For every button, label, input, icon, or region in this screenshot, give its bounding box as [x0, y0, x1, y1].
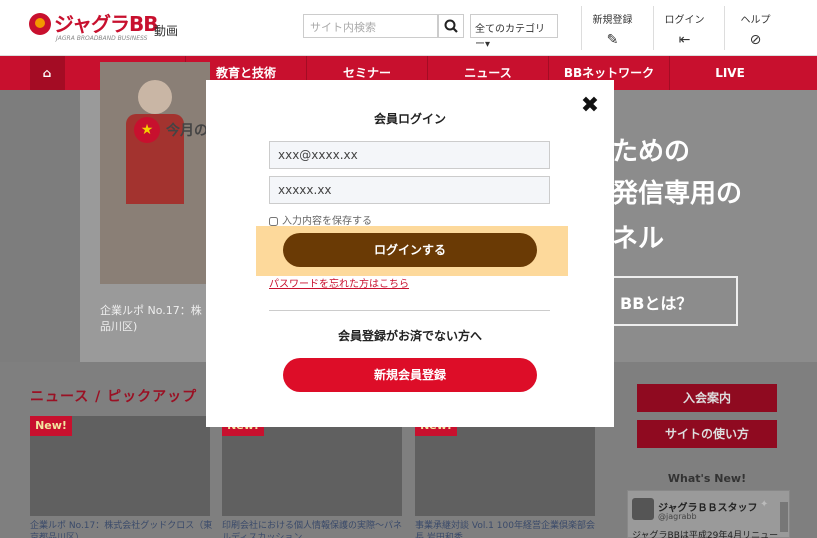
search-button[interactable] [438, 14, 464, 38]
forgot-password-link[interactable]: パスワードを忘れた方はこちら [269, 275, 409, 290]
modal-title: 会員ログイン [373, 112, 446, 126]
hero-text-2: 発信専用の [612, 179, 743, 209]
hero-caption[interactable]: 企業ルポ No.17：株 品川区) [100, 303, 210, 335]
star-icon: ★ [134, 117, 160, 143]
whats-new-title: What's New! [667, 472, 747, 485]
news-caption[interactable]: 企業ルポ No.17：株式会社グッドクロス（東京都品川区） [30, 520, 215, 538]
hero-text-1: ための [612, 137, 691, 167]
password-field[interactable] [269, 176, 550, 204]
logo-tagline: JAGRA BROADBAND BUSINESS [56, 35, 148, 42]
email-field[interactable] [269, 141, 550, 169]
register-icon: ✎ [606, 32, 619, 48]
login-label: ログイン [664, 15, 705, 26]
login-modal: ✖ 会員ログイン 入力内容を保存する ログインする パスワードを忘れた方はこちら… [206, 80, 614, 427]
tweet-text: ジャグラBBは平成29年4月リニュー [632, 531, 779, 538]
logo-sub: 動画 [154, 24, 179, 38]
news-section-title: ニュース / ピックアップ [30, 389, 198, 405]
howto-button[interactable]: サイトの使い方 [637, 420, 777, 448]
hero-photo[interactable] [100, 62, 210, 284]
help-link[interactable]: ヘルプ ⊘ [724, 6, 786, 50]
remember-box[interactable] [269, 216, 278, 226]
hero-left-bg [0, 90, 80, 362]
register-label: 新規登録 [592, 15, 633, 26]
hero-text-3: ネル [612, 224, 665, 254]
site-header: ジャグラBB 動画 JAGRA BROADBAND BUSINESS サイト内検… [0, 0, 817, 56]
bb-about-button[interactable]: BBとは？ [612, 276, 738, 326]
twitter-icon: ✦ [760, 499, 769, 510]
nav-item-live[interactable]: LIVE [669, 56, 790, 90]
scrollbar[interactable] [780, 502, 788, 532]
help-icon: ⊘ [749, 32, 762, 48]
not-registered-text: 会員登録がお済でない方へ [337, 329, 482, 343]
home-icon[interactable]: ⌂ [30, 56, 64, 90]
register-link[interactable]: 新規登録 ✎ [581, 6, 643, 50]
membership-info-button[interactable]: 入会案内 [637, 384, 777, 412]
logo-icon[interactable] [29, 13, 51, 35]
help-label: ヘルプ [740, 15, 771, 26]
logo[interactable]: ジャグラBB [54, 12, 158, 36]
avatar[interactable] [632, 498, 654, 520]
login-button[interactable]: ログインする [283, 233, 537, 267]
category-select[interactable]: 全てのカテゴリー▾ [470, 14, 558, 50]
register-button[interactable]: 新規会員登録 [283, 358, 537, 392]
login-link[interactable]: ログイン ⇤ [653, 6, 715, 50]
search-input[interactable]: サイト内検索 [303, 14, 438, 38]
new-badge: New! [30, 416, 72, 436]
divider [269, 310, 550, 311]
hero-month-label: 今月の [166, 123, 208, 139]
news-caption[interactable]: 事業承継対談 Vol.1 100年経営企業倶楽部会長 岩田和秀 [415, 520, 600, 538]
tweet-handle[interactable]: @jagrabb [658, 512, 697, 521]
remember-checkbox[interactable]: 入力内容を保存する [269, 212, 372, 227]
login-icon: ⇤ [678, 32, 691, 48]
news-caption[interactable]: 印刷会社における個人情報保護の実際～パネルディスカッション [222, 520, 407, 538]
search-icon [444, 19, 458, 33]
